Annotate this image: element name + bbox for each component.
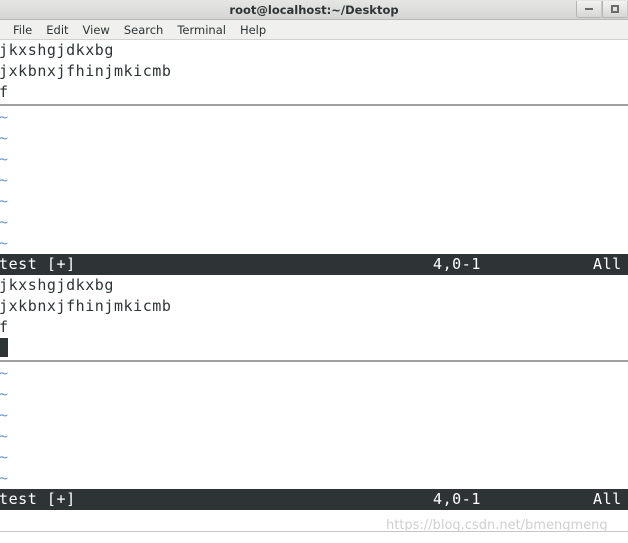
terminal-window: root@localhost:~/Desktop File Edit View …	[0, 0, 628, 543]
empty-line-marker: ~	[0, 469, 9, 487]
empty-line-marker: ~	[0, 171, 9, 189]
statusline-position: 4,0-1	[433, 490, 481, 508]
empty-line-marker: ~	[0, 108, 9, 126]
minimize-icon	[585, 8, 593, 10]
menu-item-terminal[interactable]: Terminal	[170, 22, 233, 38]
text-line: f	[0, 318, 9, 336]
minimize-button[interactable]	[576, 1, 602, 18]
terminal-bottom-strip	[0, 510, 628, 532]
empty-line-marker: ~	[0, 448, 9, 466]
menu-item-file[interactable]: File	[6, 22, 39, 38]
maximize-icon	[611, 5, 619, 13]
menubar: File Edit View Search Terminal Help	[0, 20, 628, 40]
pane-divider-rule	[0, 104, 628, 106]
statusline-filename: test [+]	[0, 490, 76, 508]
pane-divider-rule	[0, 360, 628, 362]
empty-line-marker: ~	[0, 364, 9, 382]
statusline-percent: All	[593, 490, 622, 508]
maximize-button[interactable]	[602, 1, 628, 18]
window-controls	[576, 1, 628, 19]
menu-item-view[interactable]: View	[76, 22, 117, 38]
text-cursor	[0, 338, 8, 357]
menu-item-edit[interactable]: Edit	[39, 22, 75, 38]
text-line: jxkbnxjfhinjmkicmb	[0, 297, 172, 315]
empty-line-marker: ~	[0, 150, 9, 168]
vim-statusline-bottom: test [+] 4,0-1 All	[0, 489, 628, 510]
empty-line-marker: ~	[0, 385, 9, 403]
empty-line-marker: ~	[0, 427, 9, 445]
cursor-line	[0, 338, 628, 359]
menu-item-search[interactable]: Search	[117, 22, 171, 38]
text-line: jkxshgjdkxbg	[0, 41, 114, 59]
menu-item-help[interactable]: Help	[233, 22, 273, 38]
vim-pane-top[interactable]: jkxshgjdkxbg jxkbnxjfhinjmkicmb f ~ ~ ~ …	[0, 40, 628, 275]
vim-pane-bottom[interactable]: jkxshgjdkxbg jxkbnxjfhinjmkicmb f ~ ~ ~ …	[0, 275, 628, 510]
empty-line-marker: ~	[0, 213, 9, 231]
text-line: jxkbnxjfhinjmkicmb	[0, 62, 172, 80]
text-line: jkxshgjdkxbg	[0, 276, 114, 294]
empty-line-marker: ~	[0, 129, 9, 147]
empty-line-marker: ~	[0, 234, 9, 252]
statusline-percent: All	[593, 255, 622, 273]
empty-line-marker: ~	[0, 406, 9, 424]
statusline-filename: test [+]	[0, 255, 76, 273]
terminal-content[interactable]: jkxshgjdkxbg jxkbnxjfhinjmkicmb f ~ ~ ~ …	[0, 40, 628, 542]
window-titlebar: root@localhost:~/Desktop	[0, 0, 628, 20]
empty-line-marker: ~	[0, 192, 9, 210]
window-title: root@localhost:~/Desktop	[229, 2, 399, 17]
text-line: f	[0, 83, 9, 101]
statusline-position: 4,0-1	[433, 255, 481, 273]
vim-statusline-top: test [+] 4,0-1 All	[0, 254, 628, 275]
